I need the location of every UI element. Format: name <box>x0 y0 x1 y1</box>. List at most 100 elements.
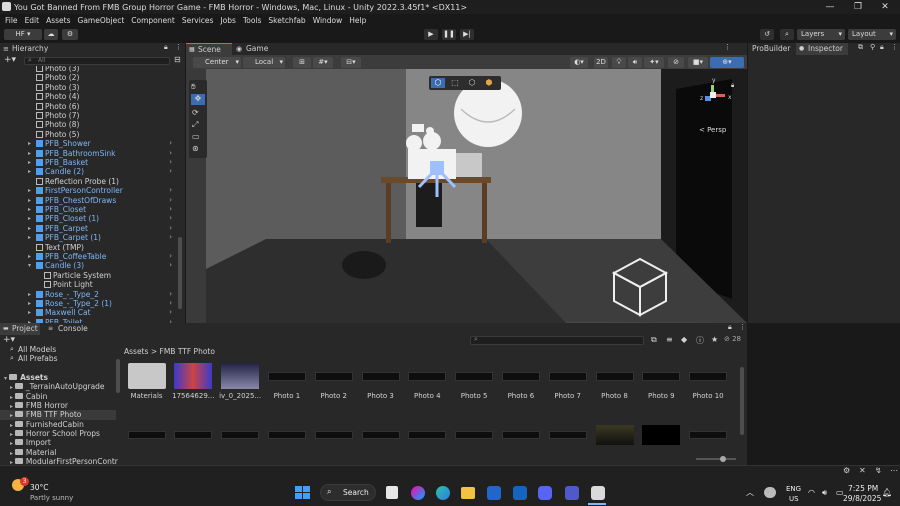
hierarchy-row[interactable]: ▸ PFB_Carpet (1) › <box>0 233 178 242</box>
open-prefab-arrow-icon[interactable]: › <box>169 290 172 299</box>
edge-browser-icon[interactable] <box>436 486 450 500</box>
pivot-dropdown[interactable]: Center ▾ <box>193 57 241 68</box>
hierarchy-row[interactable]: ▸ FirstPersonController › <box>0 186 178 195</box>
hierarchy-row[interactable]: ▸ PFB_Closet (1) › <box>0 214 178 223</box>
layout-dropdown[interactable]: Layout ▾ <box>848 29 896 40</box>
hierarchy-row[interactable]: ▸ Candle (2) › <box>0 167 178 176</box>
gizmo-lock-icon[interactable]: 🔒︎ <box>731 82 734 90</box>
weather-widget[interactable]: 3 <box>8 474 30 496</box>
asset-item[interactable]: Photo 10 <box>686 363 731 400</box>
hierarchy-row[interactable]: Photo (6) <box>0 102 178 111</box>
task-view-icon[interactable] <box>386 486 398 499</box>
asset-item[interactable]: Photo 6 <box>498 363 543 400</box>
hierarchy-search-input[interactable]: ⌕ All <box>24 56 170 65</box>
create-plus-icon[interactable]: +▾ <box>3 335 15 345</box>
search-filter-icon[interactable]: ⊟ <box>174 55 181 64</box>
open-prefab-arrow-icon[interactable]: › <box>169 149 172 158</box>
layers-dropdown[interactable]: Layers ▾ <box>797 29 845 40</box>
copilot-icon[interactable] <box>411 486 425 500</box>
scene-viewport[interactable] <box>186 69 747 323</box>
asset-item[interactable] <box>498 425 543 442</box>
expand-arrow-icon[interactable]: ▸ <box>28 167 31 176</box>
effects-icon[interactable]: ✦▾ <box>644 57 664 68</box>
services-gear-icon[interactable]: ⚙ <box>62 29 78 40</box>
tab-console[interactable]: ≡ Console <box>46 323 90 335</box>
assets-root-folder[interactable]: ▾ Assets <box>4 373 48 382</box>
menu-jobs[interactable]: Jobs <box>220 16 235 25</box>
hand-tool-icon[interactable]: ✋︎ <box>191 82 196 92</box>
favorite-all-models[interactable]: ⌕ All Models <box>10 345 56 354</box>
scale-tool-icon[interactable]: ⤢ <box>192 120 198 130</box>
hierarchy-row[interactable]: ▸ PFB_Shower › <box>0 139 178 148</box>
asset-item[interactable]: Photo 3 <box>358 363 403 400</box>
asset-item[interactable]: Photo 9 <box>639 363 684 400</box>
expand-arrow-icon[interactable]: ▸ <box>28 299 31 308</box>
rotate-tool-icon[interactable]: ⟳ <box>192 108 199 117</box>
audio-icon[interactable]: 🔊︎ <box>628 57 642 68</box>
hierarchy-scrollbar[interactable] <box>178 237 182 309</box>
step-button[interactable]: ▶| <box>460 29 474 40</box>
asset-item[interactable] <box>264 425 309 442</box>
hidden-objects-icon[interactable]: ⊘ <box>668 57 684 68</box>
hierarchy-row[interactable]: ▾ Candle (3) › <box>0 261 178 270</box>
clock-time[interactable]: 7:25 PM <box>848 484 878 493</box>
close-button[interactable]: ✕ <box>871 0 899 14</box>
hierarchy-row[interactable]: Photo (3) <box>0 66 178 73</box>
gizmos-icon[interactable]: ⊕▾ <box>710 57 744 68</box>
debug-icon[interactable]: ⧉ <box>858 43 863 52</box>
hierarchy-row[interactable]: ▸ PFB_BathroomSink › <box>0 149 178 158</box>
asset-grid-scrollbar[interactable] <box>740 367 744 435</box>
asset-item[interactable]: Photo 5 <box>452 363 497 400</box>
volume-icon[interactable]: 🔊︎ <box>822 488 827 498</box>
open-prefab-arrow-icon[interactable]: › <box>169 252 172 261</box>
expand-arrow-icon[interactable]: ▸ <box>28 149 31 158</box>
account-button[interactable]: HF ▾ <box>4 29 42 40</box>
open-prefab-arrow-icon[interactable]: › <box>169 308 172 317</box>
info-icon[interactable]: ⓘ <box>696 335 704 346</box>
hierarchy-row[interactable]: Photo (7) <box>0 111 178 120</box>
open-prefab-arrow-icon[interactable]: › <box>169 139 172 148</box>
language-code[interactable]: ENG <box>786 485 801 493</box>
project-search-input[interactable]: ⌕ <box>470 335 644 345</box>
expand-arrow-icon[interactable]: ▸ <box>28 308 31 317</box>
camera-icon[interactable]: ■▾ <box>688 57 708 68</box>
hierarchy-row[interactable]: ▸ PFB_CoffeeTable › <box>0 252 178 261</box>
tray-overflow-icon[interactable]: ︿ <box>746 487 754 498</box>
orientation-gizmo[interactable]: y x z 🔒︎ <box>694 77 740 113</box>
hierarchy-row[interactable]: ▸ PFB_Basket › <box>0 158 178 167</box>
asset-item[interactable]: Photo 7 <box>545 363 590 400</box>
play-button[interactable]: ▶ <box>424 29 438 40</box>
open-prefab-arrow-icon[interactable]: › <box>169 205 172 214</box>
hierarchy-row[interactable]: Photo (8) <box>0 120 178 129</box>
expand-arrow-icon[interactable]: ▸ <box>28 224 31 233</box>
cloud-icon[interactable]: ☁ <box>44 29 58 40</box>
tray-app-icon[interactable] <box>764 487 776 498</box>
asset-item[interactable] <box>452 425 497 442</box>
expand-arrow-icon[interactable]: ▸ <box>28 233 31 242</box>
asset-item[interactable] <box>592 425 637 448</box>
project-folder[interactable]: ▸ Cabin <box>0 392 116 401</box>
open-prefab-arrow-icon[interactable]: › <box>169 233 172 242</box>
menu-window[interactable]: Window <box>313 16 343 25</box>
zoom-slider[interactable] <box>696 456 736 462</box>
project-folder[interactable]: ▸ FurnishedCabin <box>0 420 116 429</box>
expand-arrow-icon[interactable]: ▾ <box>28 261 31 270</box>
menu-assets[interactable]: Assets <box>46 16 70 25</box>
expand-arrow-icon[interactable]: ▸ <box>28 139 31 148</box>
menu-tools[interactable]: Tools <box>243 16 261 25</box>
move-tool-icon[interactable]: ✥ <box>191 94 205 105</box>
expand-arrow-icon[interactable]: ▸ <box>28 290 31 299</box>
progress-icon[interactable]: ↯ <box>875 466 882 475</box>
space-dropdown[interactable]: Local ▾ <box>243 57 285 68</box>
tab-probuilder[interactable]: ProBuilder <box>748 43 794 55</box>
more-menu-icon[interactable]: ⋮ <box>175 43 182 51</box>
increment-snap-icon[interactable]: ⊟▾ <box>341 57 361 68</box>
hierarchy-row[interactable]: Point Light <box>0 280 178 289</box>
menu-edit[interactable]: Edit <box>25 16 40 25</box>
asset-item[interactable] <box>358 425 403 442</box>
project-folder[interactable]: ▸ Horror School Props <box>0 429 116 438</box>
project-folder[interactable]: ▸ ModularFirstPersonContr <box>0 457 118 465</box>
clock-date[interactable]: 29/8/2025 <box>843 494 881 503</box>
open-prefab-arrow-icon[interactable]: › <box>169 214 172 223</box>
hierarchy-row[interactable]: Photo (3) <box>0 83 178 92</box>
